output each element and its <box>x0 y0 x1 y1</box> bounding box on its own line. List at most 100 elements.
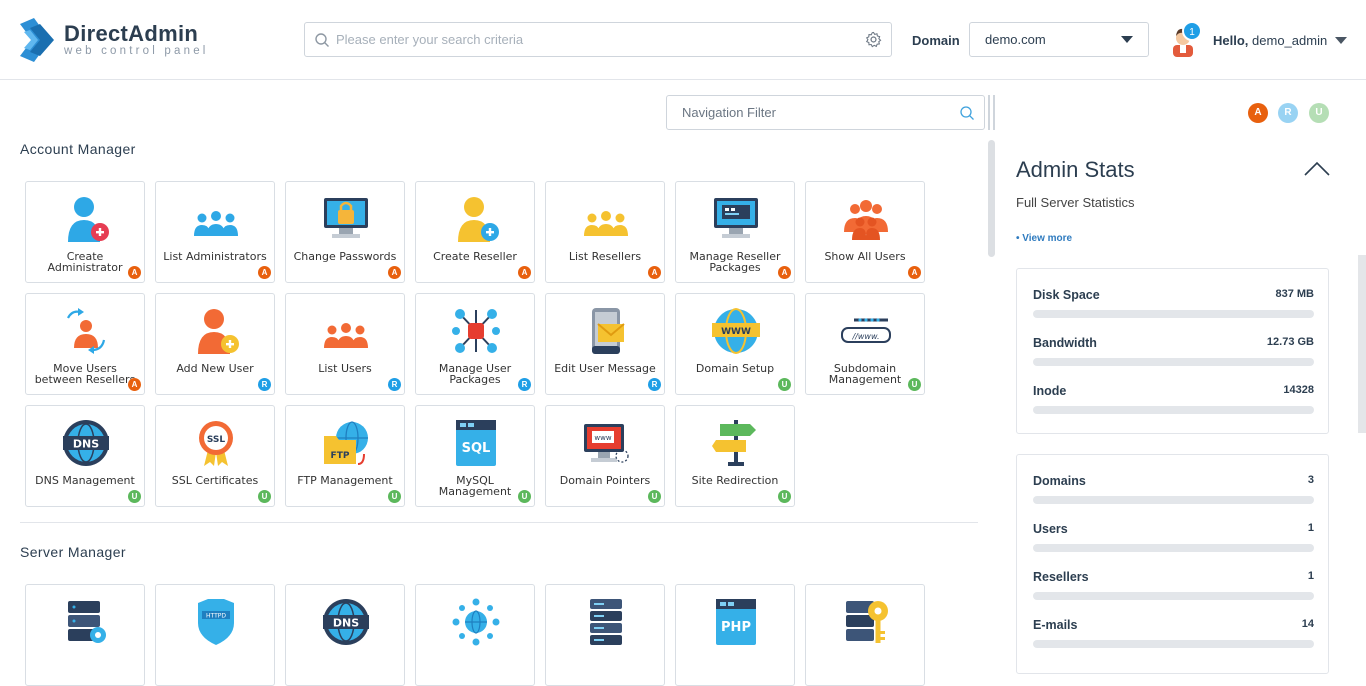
admin-level-badge: A <box>518 266 531 279</box>
tile-edit-user-message[interactable]: Edit User Message R <box>545 293 665 395</box>
domain-pointers-icon: www <box>584 424 629 463</box>
tile-label: List Users <box>318 362 372 375</box>
tile-add-new-user[interactable]: Add New User R <box>155 293 275 395</box>
list-users-icon <box>324 323 368 348</box>
tile-create-reseller[interactable]: Create Reseller A <box>415 181 535 283</box>
chevron-down-icon[interactable] <box>1335 36 1348 44</box>
php-configuration-icon: PHP <box>716 599 756 645</box>
left-scrollbar[interactable] <box>988 140 995 257</box>
tile-label: Create Administrator <box>47 250 123 274</box>
tile-create-administrator[interactable]: Create Administrator A <box>25 181 145 283</box>
panel-resize-handle[interactable] <box>988 95 990 130</box>
ip-management-icon <box>452 598 500 646</box>
tile-list-users[interactable]: List Users R <box>285 293 405 395</box>
dns-icon: DNS <box>323 599 369 645</box>
logo-title: DirectAdmin <box>64 20 199 46</box>
create-reseller-icon <box>458 197 499 242</box>
tile-label: Manage Reseller Packages <box>689 250 781 274</box>
reseller-level-key[interactable]: R <box>1278 103 1298 123</box>
dns-management-icon: DNS <box>63 420 109 466</box>
username: demo_admin <box>1252 32 1328 48</box>
tile-subdomain-management[interactable]: //www. Subdomain Management U <box>805 293 925 395</box>
tile-domain-setup[interactable]: WWW Domain Setup U <box>675 293 795 395</box>
global-search[interactable] <box>304 22 892 57</box>
tile-label: List Administrators <box>163 250 267 263</box>
tile-label: Manage User Packages <box>438 362 512 386</box>
tile-label: SSL Certificates <box>171 474 259 487</box>
domain-select[interactable]: demo.com <box>969 22 1149 57</box>
tile-list-resellers[interactable]: List Resellers A <box>545 181 665 283</box>
server-settings-icon <box>68 601 106 643</box>
tile-mysql-management[interactable]: SQL MySQL Management U <box>415 405 535 507</box>
tile-label: Add New User <box>176 362 254 375</box>
logo-icon <box>20 18 54 62</box>
search-input[interactable] <box>336 32 865 47</box>
tile-domain-pointers[interactable]: www Domain Pointers U <box>545 405 665 507</box>
directadmin-logo[interactable]: DirectAdmin web control panel <box>20 18 209 62</box>
tile-label: List Resellers <box>568 250 642 263</box>
tile-change-passwords[interactable]: Change Passwords A <box>285 181 405 283</box>
stat-value: 837 MB <box>1275 288 1314 300</box>
avatar[interactable]: 1 <box>1170 21 1202 57</box>
tile-site-redirection[interactable]: Site Redirection U <box>675 405 795 507</box>
panel-resize-handle[interactable] <box>993 95 995 130</box>
chevron-down-icon <box>1121 36 1133 43</box>
ftp-management-icon: FTP <box>324 421 368 465</box>
search-icon <box>960 105 974 120</box>
edit-user-message-icon <box>592 308 625 354</box>
usage-card: Disk Space 837 MB Bandwidth 12.73 GB Ino… <box>1016 268 1329 434</box>
tile-server-manager-1[interactable] <box>25 584 145 686</box>
tile-server-manager-2[interactable]: HTTPD <box>155 584 275 686</box>
tile-server-manager-7[interactable] <box>805 584 925 686</box>
tile-label: DNS Management <box>35 474 135 487</box>
progress-bar <box>1033 496 1314 504</box>
tile-label: FTP Management <box>297 474 393 487</box>
tile-server-manager-5[interactable] <box>545 584 665 686</box>
tile-list-administrators[interactable]: List Administrators A <box>155 181 275 283</box>
tile-dns-management[interactable]: DNS DNS Management U <box>25 405 145 507</box>
right-scrollbar[interactable] <box>1358 255 1366 433</box>
counts-card: Domains 3 Users 1 Resellers 1 E-mails 14 <box>1016 454 1329 674</box>
section-divider <box>20 522 978 523</box>
httpd-shield-icon: HTTPD <box>198 599 234 645</box>
list-administrators-icon <box>194 211 238 236</box>
svg-text:SQL: SQL <box>462 441 491 456</box>
navigation-filter-input[interactable] <box>682 105 959 120</box>
svg-text:FTP: FTP <box>331 451 350 461</box>
chevron-up-icon[interactable] <box>1303 161 1331 177</box>
tile-label: Show All Users <box>824 250 906 263</box>
tile-label: Site Redirection <box>691 474 779 487</box>
stat-value: 14 <box>1301 618 1314 630</box>
tile-server-manager-6[interactable]: PHP <box>675 584 795 686</box>
tile-show-all-users[interactable]: Show All Users A <box>805 181 925 283</box>
tile-label: Create Reseller <box>433 250 517 263</box>
svg-text:DNS: DNS <box>333 617 359 630</box>
svg-text:PHP: PHP <box>721 620 751 635</box>
stat-value: 1 <box>1307 570 1314 582</box>
gear-icon[interactable] <box>865 31 882 48</box>
notification-badge[interactable]: 1 <box>1182 21 1202 41</box>
tile-label: Domain Setup <box>695 362 775 375</box>
stats-title: Admin Stats <box>1016 157 1135 182</box>
svg-text:DNS: DNS <box>73 438 99 451</box>
user-level-badge: U <box>388 490 401 503</box>
tile-ssl-certificates[interactable]: SSL SSL Certificates U <box>155 405 275 507</box>
user-level-key[interactable]: U <box>1309 103 1329 123</box>
tile-server-manager-4[interactable] <box>415 584 535 686</box>
user-menu[interactable]: 1 Hello, demo_admin <box>1170 18 1348 62</box>
reseller-level-badge: R <box>388 378 401 391</box>
progress-bar <box>1033 406 1314 414</box>
user-level-badge: U <box>778 490 791 503</box>
stat-name: Resellers <box>1033 570 1089 584</box>
view-more-link[interactable]: • View more <box>1016 233 1072 244</box>
tile-label: Domain Pointers <box>559 474 651 487</box>
admin-level-key[interactable]: A <box>1248 103 1268 123</box>
progress-bar <box>1033 358 1314 366</box>
tile-ftp-management[interactable]: FTP FTP Management U <box>285 405 405 507</box>
tile-manage-reseller-packages[interactable]: Manage Reseller Packages A <box>675 181 795 283</box>
reseller-level-badge: R <box>258 378 271 391</box>
navigation-filter[interactable] <box>666 95 985 130</box>
tile-manage-user-packages[interactable]: Manage User Packages R <box>415 293 535 395</box>
tile-move-users-between-resellers[interactable]: Move Users between Resellers A <box>25 293 145 395</box>
tile-server-manager-3[interactable]: DNS <box>285 584 405 686</box>
